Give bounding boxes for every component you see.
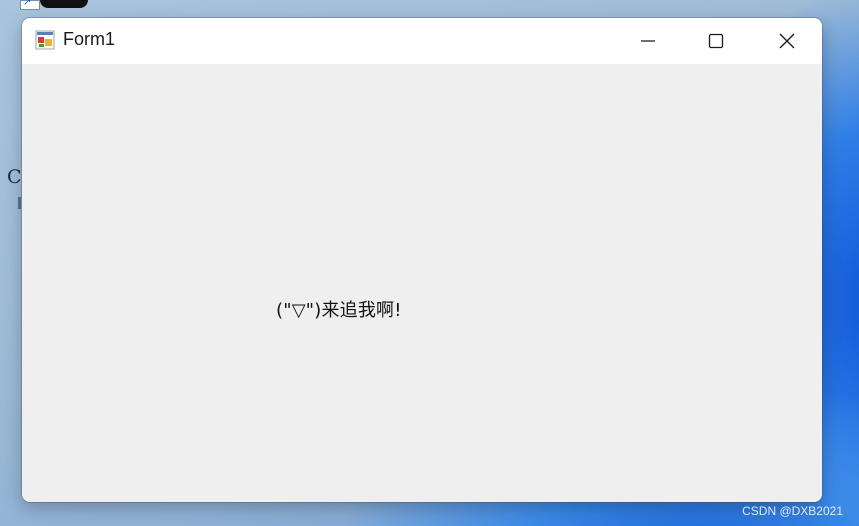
close-icon [779, 33, 795, 49]
minimize-button[interactable] [613, 18, 683, 64]
maximize-button[interactable] [681, 18, 751, 64]
close-button[interactable] [752, 18, 822, 64]
minimize-icon [641, 40, 655, 42]
watermark-text: CSDN @DXB2021 [742, 504, 843, 518]
form-client-area: ("▽")来追我啊! [22, 64, 822, 502]
desktop-icon-fragment [40, 0, 88, 8]
form1-window: Form1 ("▽")来追我啊! [22, 18, 822, 502]
desktop-icon-label: C [7, 166, 22, 188]
desktop-icon-fragment-2 [18, 197, 21, 209]
maximize-icon [708, 33, 724, 49]
window-title: Form1 [63, 29, 116, 49]
title-bar[interactable]: Form1 [22, 18, 822, 64]
label1[interactable]: ("▽")来追我啊! [276, 296, 402, 322]
winforms-app-icon[interactable] [35, 30, 55, 50]
desktop-shortcut-icon[interactable]: ↗ [20, 0, 40, 10]
